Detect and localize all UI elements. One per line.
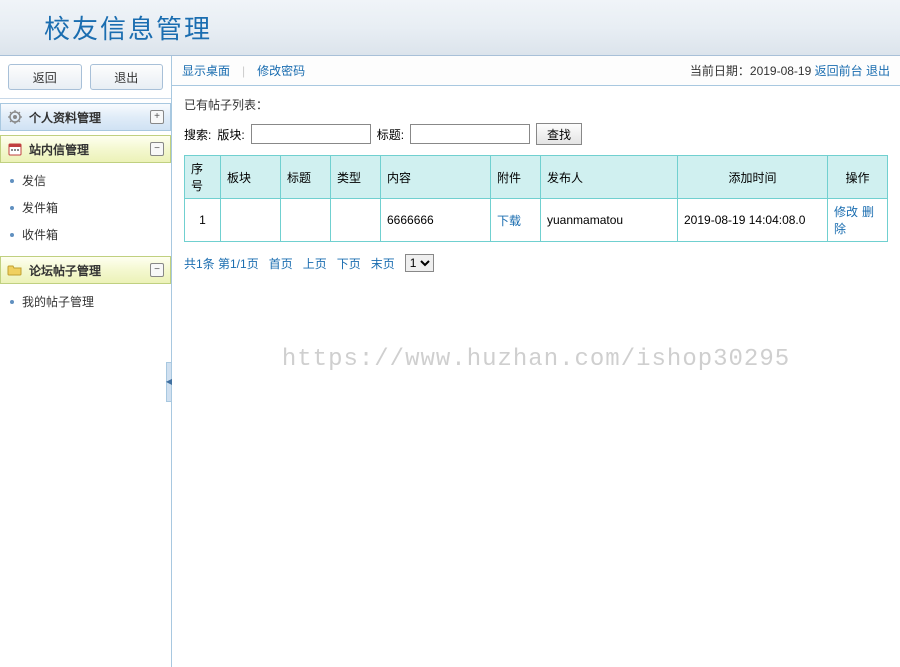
show-desktop-link[interactable]: 显示桌面	[182, 62, 230, 79]
menu-label: 我的帖子管理	[22, 293, 94, 310]
watermark: https://www.huzhan.com/ishop30295	[282, 346, 790, 373]
cell-index: 1	[185, 199, 221, 242]
th-actions: 操作	[828, 156, 888, 199]
title-label: 标题:	[377, 126, 404, 143]
title-input[interactable]	[410, 124, 530, 144]
cell-type	[331, 199, 381, 242]
pager-next[interactable]: 下页	[337, 255, 361, 272]
bullet-icon	[10, 233, 14, 237]
gear-icon	[7, 109, 23, 125]
panel-title-profile: 个人资料管理	[29, 109, 150, 126]
topbar-left: 显示桌面 | 修改密码	[182, 62, 305, 79]
cell-section	[221, 199, 281, 242]
panel-title-forum: 论坛帖子管理	[29, 262, 150, 279]
change-password-link[interactable]: 修改密码	[257, 62, 305, 79]
content: 已有帖子列表： 搜索: 版块: 标题: 查找 序号 板块 标题 类型 内容	[172, 86, 900, 282]
th-type: 类型	[331, 156, 381, 199]
pager-first[interactable]: 首页	[269, 255, 293, 272]
download-link[interactable]: 下载	[497, 214, 521, 228]
menu-item-my-posts[interactable]: 我的帖子管理	[0, 288, 171, 315]
th-section: 板块	[221, 156, 281, 199]
pager-info: 共1条 第1/1页	[184, 255, 259, 272]
divider: |	[242, 64, 245, 78]
folder-icon	[7, 262, 23, 278]
cell-content: 6666666	[381, 199, 491, 242]
pager-prev[interactable]: 上页	[303, 255, 327, 272]
menu-label: 发信	[22, 172, 46, 189]
th-publisher: 发布人	[541, 156, 678, 199]
search-button[interactable]: 查找	[536, 123, 582, 145]
edit-link[interactable]: 修改	[834, 205, 858, 219]
collapse-icon[interactable]: −	[150, 142, 164, 156]
sidebar: 返回 退出 个人资料管理 + 站内信管理 − 发信 发件箱	[0, 56, 172, 667]
panel-header-mail[interactable]: 站内信管理 −	[0, 135, 171, 163]
section-input[interactable]	[251, 124, 371, 144]
panel-header-profile[interactable]: 个人资料管理 +	[0, 103, 171, 131]
th-title: 标题	[281, 156, 331, 199]
calendar-icon	[7, 141, 23, 157]
cell-attachment: 下载	[491, 199, 541, 242]
th-attachment: 附件	[491, 156, 541, 199]
panel-title-mail: 站内信管理	[29, 141, 150, 158]
th-index: 序号	[185, 156, 221, 199]
panel-forum: 论坛帖子管理 − 我的帖子管理	[0, 256, 171, 319]
menu-item-inbox[interactable]: 收件箱	[0, 221, 171, 248]
th-content: 内容	[381, 156, 491, 199]
logout-link[interactable]: 退出	[866, 64, 890, 78]
sidebar-top-buttons: 返回 退出	[0, 56, 171, 99]
collapse-icon[interactable]: −	[150, 263, 164, 277]
menu-item-send[interactable]: 发信	[0, 167, 171, 194]
pager-select[interactable]: 1	[405, 254, 434, 272]
main: 显示桌面 | 修改密码 当前日期：2019-08-19 返回前台 退出 已有帖子…	[172, 56, 900, 667]
bullet-icon	[10, 179, 14, 183]
pager: 共1条 第1/1页 首页 上页 下页 末页 1	[184, 254, 888, 272]
menu-label: 发件箱	[22, 199, 58, 216]
cell-addtime: 2019-08-19 14:04:08.0	[678, 199, 828, 242]
th-addtime: 添加时间	[678, 156, 828, 199]
app-header: 校友信息管理	[0, 0, 900, 56]
app-title: 校友信息管理	[44, 9, 212, 46]
pager-last[interactable]: 末页	[371, 255, 395, 272]
list-title: 已有帖子列表：	[184, 96, 888, 113]
topbar-right: 当前日期：2019-08-19 返回前台 退出	[690, 62, 890, 79]
menu-item-outbox[interactable]: 发件箱	[0, 194, 171, 221]
section-label: 版块:	[217, 126, 244, 143]
cell-publisher: yuanmamatou	[541, 199, 678, 242]
back-button[interactable]: 返回	[8, 64, 82, 90]
panel-header-forum[interactable]: 论坛帖子管理 −	[0, 256, 171, 284]
exit-button[interactable]: 退出	[90, 64, 164, 90]
cell-actions: 修改删除	[828, 199, 888, 242]
expand-icon[interactable]: +	[150, 110, 164, 124]
cell-title	[281, 199, 331, 242]
bullet-icon	[10, 206, 14, 210]
panel-body-mail: 发信 发件箱 收件箱	[0, 163, 171, 252]
menu-label: 收件箱	[22, 226, 58, 243]
bullet-icon	[10, 300, 14, 304]
table-header-row: 序号 板块 标题 类型 内容 附件 发布人 添加时间 操作	[185, 156, 888, 199]
search-row: 搜索: 版块: 标题: 查找	[184, 123, 888, 145]
layout: 返回 退出 个人资料管理 + 站内信管理 − 发信 发件箱	[0, 56, 900, 667]
posts-table: 序号 板块 标题 类型 内容 附件 发布人 添加时间 操作 1	[184, 155, 888, 242]
topbar: 显示桌面 | 修改密码 当前日期：2019-08-19 返回前台 退出	[172, 56, 900, 86]
current-date-label: 当前日期：	[690, 64, 750, 78]
panel-body-forum: 我的帖子管理	[0, 284, 171, 319]
current-date: 2019-08-19	[750, 64, 811, 78]
search-label: 搜索:	[184, 126, 211, 143]
panel-profile: 个人资料管理 +	[0, 103, 171, 131]
back-front-link[interactable]: 返回前台	[815, 64, 863, 78]
panel-mail: 站内信管理 − 发信 发件箱 收件箱	[0, 135, 171, 252]
table-row: 1 6666666 下载 yuanmamatou 2019-08-19 14:0…	[185, 199, 888, 242]
